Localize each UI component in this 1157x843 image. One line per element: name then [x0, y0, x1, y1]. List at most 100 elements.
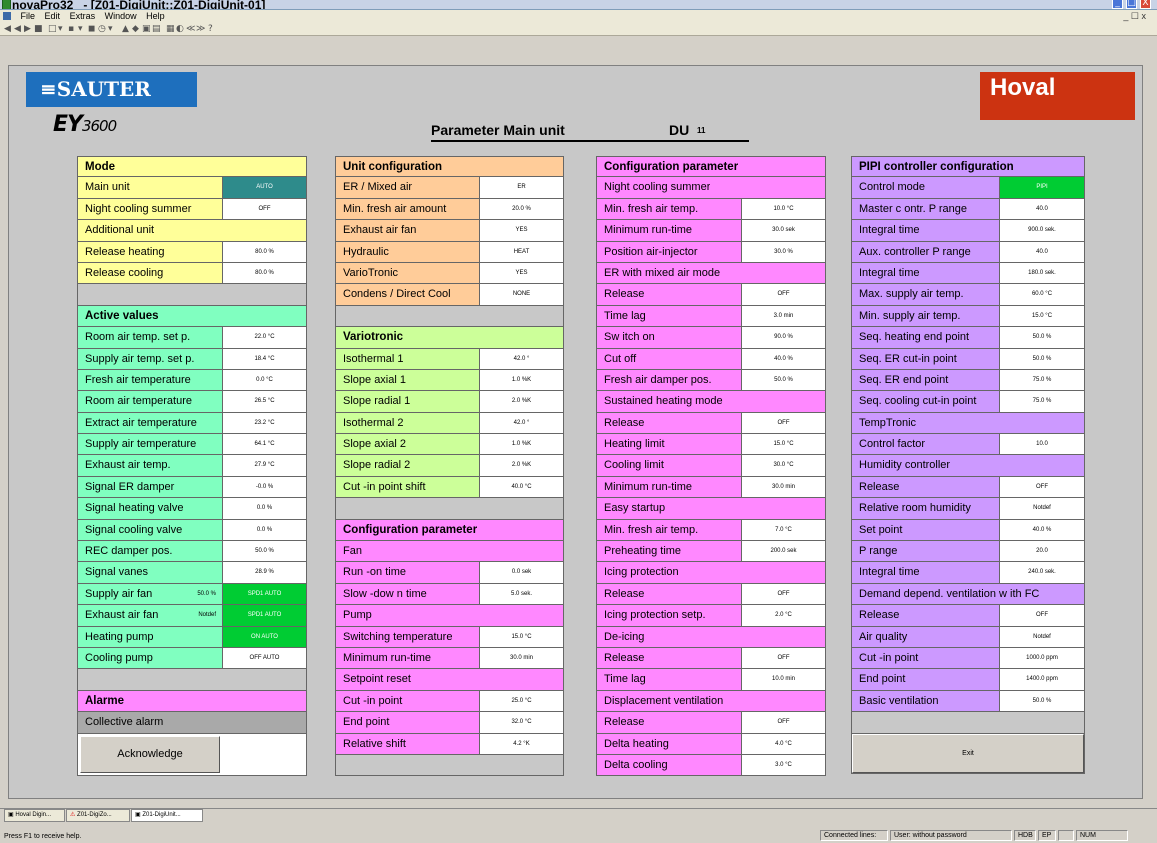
param-value-field[interactable]: 26.5 °C — [222, 391, 306, 412]
param-value-field[interactable]: 3.0 °C — [741, 754, 825, 776]
param-value-field[interactable]: OFF — [741, 583, 825, 605]
save-icon[interactable]: ◼ — [88, 24, 95, 34]
param-value-field[interactable]: 0.0 % — [222, 519, 306, 541]
diamond-icon[interactable]: ◆ — [132, 24, 139, 34]
param-value-field[interactable]: 20.0 % — [479, 198, 563, 220]
param-value-field[interactable]: 15.0 °C — [741, 434, 825, 455]
param-value-field[interactable]: 10.0 °C — [741, 198, 825, 220]
exit-button[interactable]: Exit — [852, 733, 1084, 773]
back-icon[interactable]: ◀ — [14, 24, 21, 34]
param-value-field[interactable]: 900.0 sek. — [999, 220, 1084, 241]
param-value-field[interactable]: 0.0 °C — [222, 369, 306, 391]
param-value-field[interactable]: 40.0 % — [741, 348, 825, 369]
param-value-field[interactable]: 60.0 °C — [999, 284, 1084, 305]
param-value-field[interactable]: 18.4 °C — [222, 348, 306, 369]
param-value-field[interactable]: 1000.0 ppm — [999, 647, 1084, 669]
param-value-field[interactable]: 42.0 ° — [479, 348, 563, 369]
new-icon[interactable]: □ — [48, 24, 57, 34]
zoom-in-icon[interactable]: ≫ — [196, 24, 205, 34]
param-value-field[interactable]: 22.0 °C — [222, 327, 306, 348]
param-value-field[interactable]: 10.0 min — [741, 669, 825, 690]
tab-z01-digiunit[interactable]: ▣ Z01-DigiUnit... — [131, 809, 203, 822]
param-value-field[interactable]: 2.0 %K — [479, 391, 563, 412]
back-icon[interactable]: ◀ — [4, 24, 11, 34]
param-value-field[interactable]: -0.0 % — [222, 476, 306, 498]
param-value-field[interactable]: 28.9 % — [222, 562, 306, 583]
mdi-window-controls[interactable]: _ ☐ x — [1123, 10, 1146, 22]
param-value-field[interactable]: 1.0 %K — [479, 369, 563, 391]
param-value-field[interactable]: 4.2 °K — [479, 733, 563, 754]
param-value-field[interactable]: 32.0 °C — [479, 712, 563, 733]
tab-z01-digizo[interactable]: ⚠ Z01-DigiZo... — [66, 809, 130, 822]
param-value-field[interactable]: 50.0 % — [222, 541, 306, 562]
param-value-field[interactable]: YES — [479, 262, 563, 284]
param-value-field[interactable]: 30.0 sek — [741, 220, 825, 241]
maximize-icon[interactable]: □ — [1126, 0, 1137, 9]
param-value-field[interactable]: AUTO — [222, 177, 306, 198]
param-value-field[interactable]: OFF — [741, 712, 825, 733]
chart-icon[interactable]: ▦ — [166, 24, 175, 34]
param-value-field[interactable]: OFF — [999, 605, 1084, 626]
param-value-field[interactable]: PIPI — [999, 177, 1084, 198]
param-value-field[interactable]: SPD1 AUTO — [222, 583, 306, 605]
param-value-field[interactable]: OFF — [741, 284, 825, 305]
param-value-field[interactable]: 80.0 % — [222, 241, 306, 262]
param-value-field[interactable]: 30.0 min — [741, 476, 825, 498]
param-value-field[interactable]: 20.0 — [999, 541, 1084, 562]
open-icon[interactable]: ▪ — [68, 24, 74, 34]
param-value-field[interactable]: OFF — [741, 412, 825, 434]
param-value-field[interactable]: ER — [479, 177, 563, 198]
param-value-field[interactable]: NONE — [479, 284, 563, 305]
param-value-field[interactable]: 240.0 sek. — [999, 562, 1084, 583]
param-value-field[interactable]: 2.0 %K — [479, 455, 563, 476]
param-value-field[interactable]: 1.0 %K — [479, 434, 563, 455]
param-value-field[interactable]: 80.0 % — [222, 262, 306, 284]
menu-file[interactable]: File — [21, 10, 36, 22]
forward-icon[interactable]: ▶ — [24, 24, 31, 34]
alarm-icon[interactable]: ▲ — [122, 24, 129, 34]
param-value-field[interactable]: 10.0 — [999, 434, 1084, 455]
menu-window[interactable]: Window — [105, 10, 137, 22]
param-value-field[interactable]: OFF — [222, 198, 306, 220]
param-value-field[interactable]: 50.0 % — [999, 348, 1084, 369]
param-value-field[interactable]: 1400.0 ppm — [999, 669, 1084, 690]
param-value-field[interactable]: 200.0 sek — [741, 541, 825, 562]
param-value-field[interactable]: 0.0 sek — [479, 562, 563, 583]
param-value-field[interactable]: 40.0 — [999, 241, 1084, 262]
menu-help[interactable]: Help — [146, 10, 165, 22]
param-value-field[interactable]: YES — [479, 220, 563, 241]
param-value-field[interactable]: 30.0 % — [741, 241, 825, 262]
param-value-field[interactable]: 4.0 °C — [741, 733, 825, 754]
param-value-field[interactable]: Notdef — [999, 498, 1084, 519]
help-icon[interactable]: ? — [208, 24, 213, 34]
tab-hoval-digin[interactable]: ▣ Hoval Digin... — [4, 809, 65, 822]
acknowledge-button[interactable]: Acknowledge — [80, 735, 220, 773]
zoom-out-icon[interactable]: ≪ — [186, 24, 195, 34]
grid-icon[interactable]: ▣ — [142, 24, 151, 34]
param-value-field[interactable]: OFF — [999, 476, 1084, 498]
param-value-field[interactable]: ON AUTO — [222, 626, 306, 647]
param-value-field[interactable]: 42.0 ° — [479, 412, 563, 434]
param-value-field[interactable]: 90.0 % — [741, 327, 825, 348]
param-value-field[interactable]: 50.0 % — [741, 369, 825, 391]
dropdown-icon[interactable]: ▾ — [108, 24, 113, 34]
menu-edit[interactable]: Edit — [45, 10, 61, 22]
param-value-field[interactable]: 23.2 °C — [222, 412, 306, 434]
refresh-icon[interactable]: ◐ — [176, 24, 184, 34]
dropdown-icon[interactable]: ▾ — [58, 24, 63, 34]
param-value-field[interactable]: 27.9 °C — [222, 455, 306, 476]
param-value-field[interactable]: 30.0 min — [479, 647, 563, 669]
param-value-field[interactable]: 180.0 sek. — [999, 262, 1084, 284]
stop-icon[interactable]: ■ — [34, 24, 43, 34]
param-value-field[interactable]: 40.0 % — [999, 519, 1084, 541]
param-value-field[interactable]: OFF AUTO — [222, 647, 306, 669]
param-value-field[interactable]: 2.0 °C — [741, 605, 825, 626]
param-value-field[interactable]: 15.0 °C — [999, 305, 1084, 327]
document-icon[interactable] — [3, 12, 11, 20]
minimize-icon[interactable]: _ — [1112, 0, 1123, 9]
param-value-field[interactable]: SPD1 AUTO — [222, 605, 306, 626]
param-value-field[interactable]: 40.0 — [999, 198, 1084, 220]
param-value-field[interactable]: 5.0 sek. — [479, 583, 563, 605]
param-value-field[interactable]: 40.0 °C — [479, 476, 563, 498]
param-value-field[interactable]: Notdef — [999, 626, 1084, 647]
